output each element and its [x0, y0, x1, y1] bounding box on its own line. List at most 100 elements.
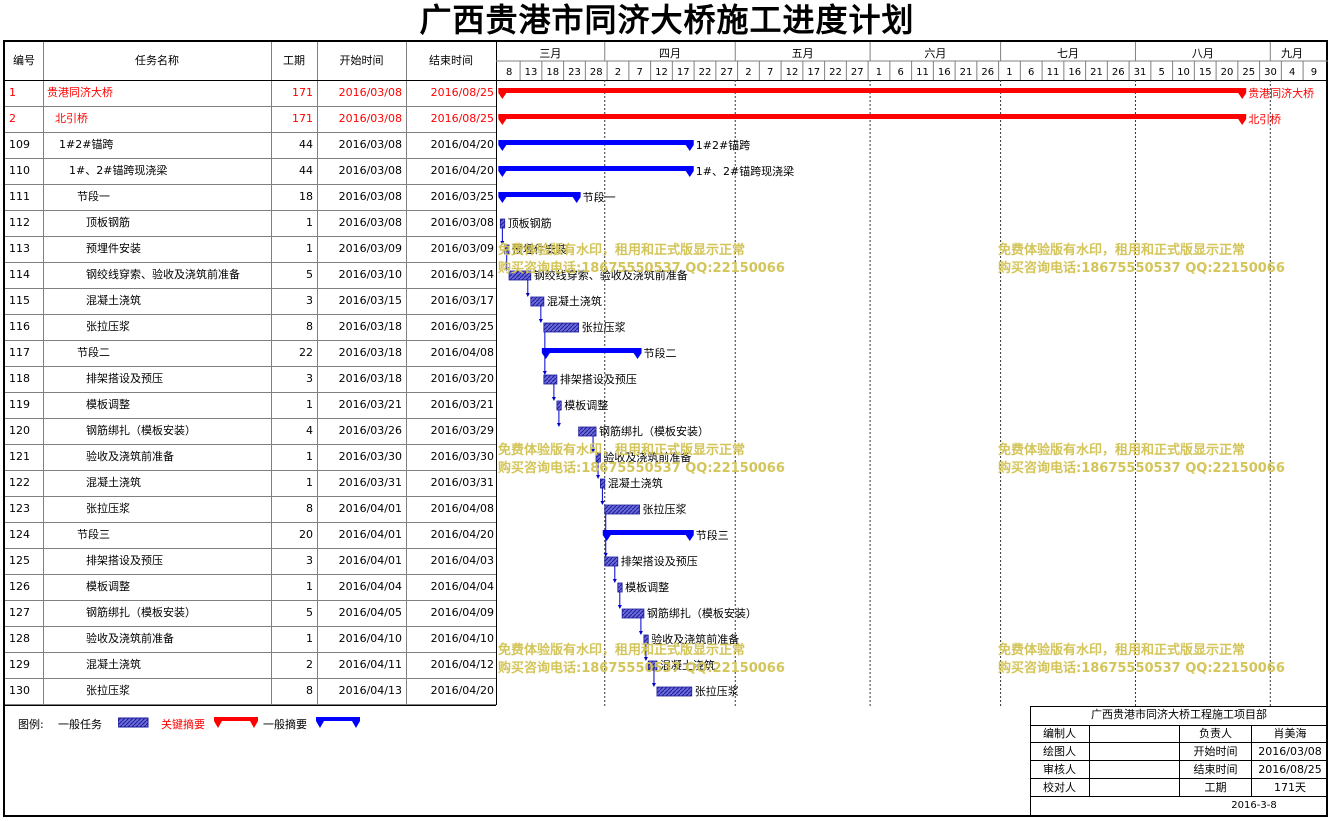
task-name: 1#2#锚跨: [59, 138, 114, 151]
task-bar: [600, 478, 606, 489]
info-cell-v2: 171天: [1252, 779, 1328, 797]
task-end: 2016/03/25: [430, 320, 494, 333]
dependency-arrow: [612, 579, 617, 583]
day-tick-label: 7: [767, 67, 773, 78]
task-end: 2016/04/03: [430, 554, 494, 567]
column-header-start: 开始时间: [339, 54, 384, 67]
info-cell-k2: 负责人: [1180, 725, 1252, 743]
task-name: 贵港同济大桥: [47, 86, 113, 99]
task-duration: 171: [292, 112, 313, 125]
task-end: 2016/04/20: [430, 138, 494, 151]
info-cell-v2: 2016/03/08: [1252, 743, 1328, 761]
task-start: 2016/03/21: [338, 398, 402, 411]
day-tick-label: 25: [1242, 67, 1255, 78]
page-title: 广西贵港市同济大桥施工进度计划: [419, 1, 915, 39]
day-tick-label: 23: [568, 67, 581, 78]
task-name: 张拉压浆: [86, 320, 130, 333]
watermark-text: 购买咨询电话:18675550537 QQ:22150066: [998, 660, 1285, 676]
task-start: 2016/03/08: [338, 112, 402, 125]
task-end: 2016/04/12: [430, 658, 494, 671]
task-end: 2016/04/10: [430, 632, 494, 645]
dependency-arrow: [600, 501, 605, 505]
table-bottom-line: [5, 705, 496, 706]
task-id: 130: [9, 684, 30, 697]
task-duration: 44: [299, 138, 313, 151]
legend-task-label: 一般任务: [58, 718, 102, 731]
info-cell-v2: 肖美海: [1252, 725, 1328, 743]
task-id: 122: [9, 476, 30, 489]
dependency-arrow: [638, 631, 643, 635]
day-tick-label: 30: [1264, 67, 1277, 78]
info-project-title: 广西贵港市同济大桥工程施工项目部: [1030, 706, 1328, 726]
task-duration: 3: [306, 554, 313, 567]
legend-task-swatch: [118, 717, 149, 728]
legend-label: 图例:: [18, 718, 44, 731]
column-header-duration: 工期: [283, 54, 305, 67]
task-end: 2016/04/08: [430, 502, 494, 515]
gantt-chart: 三月 四月 五月 六月 七月 八月 九月8 13 18 23 28 2 7 12 17 22 27 2 7 12 17 2…: [496, 42, 1328, 706]
task-duration: 20: [299, 528, 313, 541]
bar-label: 钢筋绑扎（模板安装）: [599, 424, 709, 438]
task-end: 2016/04/04: [430, 580, 494, 593]
day-tick-label: 1: [876, 67, 882, 78]
task-start: 2016/04/11: [338, 658, 402, 671]
bar-label: 1#2#锚跨: [696, 138, 750, 152]
day-tick-label: 8: [506, 67, 512, 78]
info-cell-k1: 校对人: [1030, 779, 1090, 797]
watermark-text: 免费体验版有水印，租用和正式版显示正常: [498, 642, 745, 658]
bar-label: 排架搭设及预压: [560, 372, 637, 386]
task-bar: [604, 504, 640, 515]
task-duration: 1: [306, 398, 313, 411]
bar-label: 张拉压浆: [643, 502, 687, 516]
task-duration: 1: [306, 450, 313, 463]
day-tick-label: 22: [829, 67, 842, 78]
task-duration: 4: [306, 424, 313, 437]
task-id: 2: [9, 112, 16, 125]
watermark-text: 购买咨询电话:18675550537 QQ:22150066: [998, 260, 1285, 276]
task-start: 2016/03/09: [338, 242, 402, 255]
summary-bar: [541, 348, 642, 359]
dependency-arrow: [525, 293, 530, 297]
task-end: 2016/03/20: [430, 372, 494, 385]
info-cell-k2: 开始时间: [1180, 743, 1252, 761]
watermark-text: 购买咨询电话:18675550537 QQ:22150066: [498, 260, 785, 276]
task-name: 张拉压浆: [86, 502, 130, 515]
task-end: 2016/03/21: [430, 398, 494, 411]
info-cell-v1: [1090, 761, 1180, 779]
column-header-name: 任务名称: [135, 54, 179, 67]
bar-label: 钢筋绑扎（模板安装）: [647, 606, 757, 620]
info-date: 2016-3-8: [1231, 800, 1277, 811]
info-cell-k1: 绘图人: [1030, 743, 1090, 761]
day-tick-label: 17: [807, 67, 820, 78]
task-start: 2016/03/18: [338, 320, 402, 333]
task-start: 2016/03/31: [338, 476, 402, 489]
info-cell-v1: [1090, 743, 1180, 761]
task-bar: [499, 218, 506, 229]
task-name: 节段二: [77, 346, 110, 359]
task-name: 节段一: [77, 190, 110, 203]
task-id: 118: [9, 372, 30, 385]
watermark-text: 购买咨询电话:18675550537 QQ:22150066: [498, 660, 785, 676]
task-id: 123: [9, 502, 30, 515]
task-end: 2016/04/20: [430, 684, 494, 697]
watermark-text: 免费体验版有水印，租用和正式版显示正常: [998, 442, 1245, 458]
task-end: 2016/04/20: [430, 164, 494, 177]
task-start: 2016/03/30: [338, 450, 402, 463]
task-name: 钢筋绑扎（模板安装）: [86, 606, 196, 619]
watermark-text: 免费体验版有水印，租用和正式版显示正常: [998, 642, 1245, 658]
day-tick-label: 2: [745, 67, 751, 78]
day-tick-label: 17: [677, 67, 690, 78]
task-end: 2016/04/20: [430, 528, 494, 541]
legend-critical-swatch: [214, 717, 258, 728]
task-start: 2016/04/01: [338, 528, 402, 541]
summary-bar: [498, 140, 694, 151]
task-id: 111: [9, 190, 30, 203]
bar-label: 张拉压浆: [695, 684, 739, 698]
task-id: 110: [9, 164, 30, 177]
task-duration: 8: [306, 684, 313, 697]
task-bar: [578, 426, 597, 437]
day-tick-label: 16: [938, 67, 951, 78]
task-id: 109: [9, 138, 30, 151]
task-end: 2016/03/17: [430, 294, 494, 307]
watermark-text: 购买咨询电话:18675550537 QQ:22150066: [998, 460, 1285, 476]
